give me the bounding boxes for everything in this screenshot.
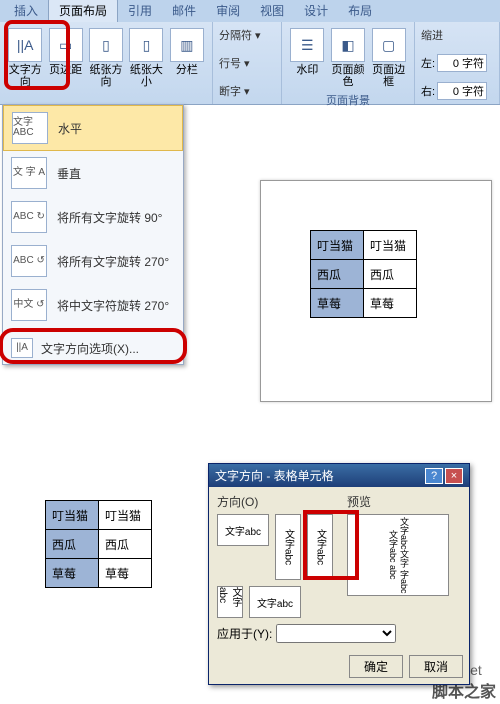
tab-page-layout[interactable]: 页面布局 — [48, 0, 118, 22]
dd-rotate-cn270-icon: 中文 ↺ — [11, 289, 47, 321]
columns-icon: ▥ — [170, 28, 204, 62]
dd-rotate270[interactable]: ABC ↺ 将所有文字旋转 270° — [3, 239, 183, 283]
dd-rotate-cn270[interactable]: 中文 ↺ 将中文字符旋转 270° — [3, 283, 183, 327]
page-color-icon: ◧ — [331, 28, 365, 62]
dd-horizontal-icon: 文字 ABC — [12, 112, 48, 144]
dialog-title: 文字方向 - 表格单元格 — [215, 467, 334, 484]
dialog-help-button[interactable]: ? — [425, 468, 443, 484]
watermark-label: 水印 — [296, 64, 318, 76]
size-icon: ▯ — [129, 28, 163, 62]
page-border-label: 页面边框 — [371, 64, 406, 88]
dd-vertical-label: 垂直 — [57, 165, 81, 182]
orientation-label: 纸张方向 — [89, 64, 123, 88]
group-page-bg-label: 页面背景 — [288, 92, 408, 108]
dd-options[interactable]: ||A 文字方向选项(X)... — [3, 332, 183, 364]
page-color-label: 页面颜色 — [331, 64, 366, 88]
table-cell[interactable]: 西瓜 — [364, 260, 417, 289]
orient-horizontal-2[interactable]: 文字abc — [249, 586, 301, 618]
indent-left-label: 左: — [421, 55, 435, 71]
indent-right[interactable]: 右: — [421, 82, 493, 100]
columns-label: 分栏 — [176, 64, 198, 76]
dd-options-label: 文字方向选项(X)... — [41, 340, 139, 357]
indent-left[interactable]: 左: — [421, 54, 493, 72]
table-cell[interactable]: 叮当猫 — [46, 501, 99, 530]
orient-vertical-2[interactable]: 文字abc — [307, 514, 333, 580]
dd-rotate90[interactable]: ABC ↻ 将所有文字旋转 90° — [3, 195, 183, 239]
table-cell[interactable]: 草莓 — [99, 559, 152, 588]
size-button[interactable]: ▯ 纸张大小 — [127, 26, 165, 90]
hyphenation-button[interactable]: 断字 ▾ — [219, 82, 275, 100]
indent-left-input[interactable] — [437, 54, 487, 72]
tab-mail[interactable]: 邮件 — [162, 0, 206, 22]
document-table-1[interactable]: 叮当猫叮当猫 西瓜西瓜 草莓草莓 — [310, 230, 417, 318]
dd-rotate90-icon: ABC ↻ — [11, 201, 47, 233]
document-table-2[interactable]: 叮当猫叮当猫 西瓜西瓜 草莓草莓 — [45, 500, 152, 588]
margins-label: 页边距 — [49, 64, 82, 76]
table-cell[interactable]: 草莓 — [311, 289, 364, 318]
text-direction-dialog: 文字方向 - 表格单元格 ? × 方向(O) 文字abc 文字abc 文字abc… — [208, 463, 470, 685]
dd-rotate90-label: 将所有文字旋转 90° — [57, 209, 162, 226]
ok-button[interactable]: 确定 — [349, 655, 403, 678]
tab-review[interactable]: 审阅 — [206, 0, 250, 22]
dd-rotate270-label: 将所有文字旋转 270° — [57, 253, 169, 270]
orientation-button[interactable]: ▯ 纸张方向 — [87, 26, 125, 90]
apply-to-select[interactable] — [276, 624, 396, 643]
apply-to-label: 应用于(Y): — [217, 627, 272, 641]
table-cell[interactable]: 西瓜 — [46, 530, 99, 559]
page-border-button[interactable]: ▢ 页面边框 — [369, 26, 408, 90]
tab-references[interactable]: 引用 — [118, 0, 162, 22]
preview-box: 文字abc文字 字abc文字abc abc — [347, 514, 449, 596]
dd-vertical-icon: 文 字 A — [11, 157, 47, 189]
table-cell[interactable]: 草莓 — [364, 289, 417, 318]
preview-legend: 预览 — [347, 493, 449, 510]
tab-design[interactable]: 设计 — [294, 0, 338, 22]
orient-vertical-1[interactable]: 文字abc — [275, 514, 301, 580]
orient-horizontal[interactable]: 文字abc — [217, 514, 269, 546]
dd-rotate-cn270-label: 将中文字符旋转 270° — [57, 297, 169, 314]
text-direction-label: 文字方向 — [8, 64, 42, 88]
direction-legend: 方向(O) — [217, 493, 337, 510]
text-direction-icon: ||A — [8, 28, 42, 62]
tab-layout[interactable]: 布局 — [338, 0, 382, 22]
text-direction-dropdown: 文字 ABC 水平 文 字 A 垂直 ABC ↻ 将所有文字旋转 90° ABC ↺ 将… — [2, 104, 184, 365]
indent-right-label: 右: — [421, 83, 435, 99]
margins-icon: ▭ — [49, 28, 83, 62]
indent-label: 缩进 — [421, 26, 493, 44]
table-cell[interactable]: 西瓜 — [311, 260, 364, 289]
size-label: 纸张大小 — [129, 64, 163, 88]
dd-options-icon: ||A — [11, 338, 33, 358]
table-cell[interactable]: 叮当猫 — [311, 231, 364, 260]
orient-vertical-3[interactable]: 文字abc — [217, 586, 243, 618]
cancel-button[interactable]: 取消 — [409, 655, 463, 678]
apply-to-row: 应用于(Y): — [217, 624, 461, 643]
margins-button[interactable]: ▭ 页边距 — [46, 26, 84, 90]
dd-rotate270-icon: ABC ↺ — [11, 245, 47, 277]
table-cell[interactable]: 叮当猫 — [99, 501, 152, 530]
dialog-titlebar[interactable]: 文字方向 - 表格单元格 ? × — [209, 464, 469, 487]
orientation-icon: ▯ — [89, 28, 123, 62]
watermark-icon: ☰ — [290, 28, 324, 62]
dd-separator — [7, 329, 179, 330]
page-border-icon: ▢ — [372, 28, 406, 62]
dd-horizontal[interactable]: 文字 ABC 水平 — [3, 105, 183, 151]
tab-view[interactable]: 视图 — [250, 0, 294, 22]
table-cell[interactable]: 叮当猫 — [364, 231, 417, 260]
page-color-button[interactable]: ◧ 页面颜色 — [329, 26, 368, 90]
watermark-name: 脚本之家 — [432, 684, 496, 701]
columns-button[interactable]: ▥ 分栏 — [168, 26, 206, 90]
tab-insert[interactable]: 插入 — [4, 0, 48, 22]
breaks-button[interactable]: 分隔符 ▾ — [219, 26, 275, 44]
text-direction-button[interactable]: ||A 文字方向 — [6, 26, 44, 90]
watermark-button[interactable]: ☰ 水印 — [288, 26, 327, 90]
ribbon-tabs: 插入 页面布局 引用 邮件 审阅 视图 设计 布局 — [0, 0, 500, 22]
line-numbers-button[interactable]: 行号 ▾ — [219, 54, 275, 72]
dd-horizontal-label: 水平 — [58, 120, 82, 137]
indent-right-input[interactable] — [437, 82, 487, 100]
table-cell[interactable]: 草莓 — [46, 559, 99, 588]
dd-vertical[interactable]: 文 字 A 垂直 — [3, 151, 183, 195]
dialog-close-button[interactable]: × — [445, 468, 463, 484]
table-cell[interactable]: 西瓜 — [99, 530, 152, 559]
